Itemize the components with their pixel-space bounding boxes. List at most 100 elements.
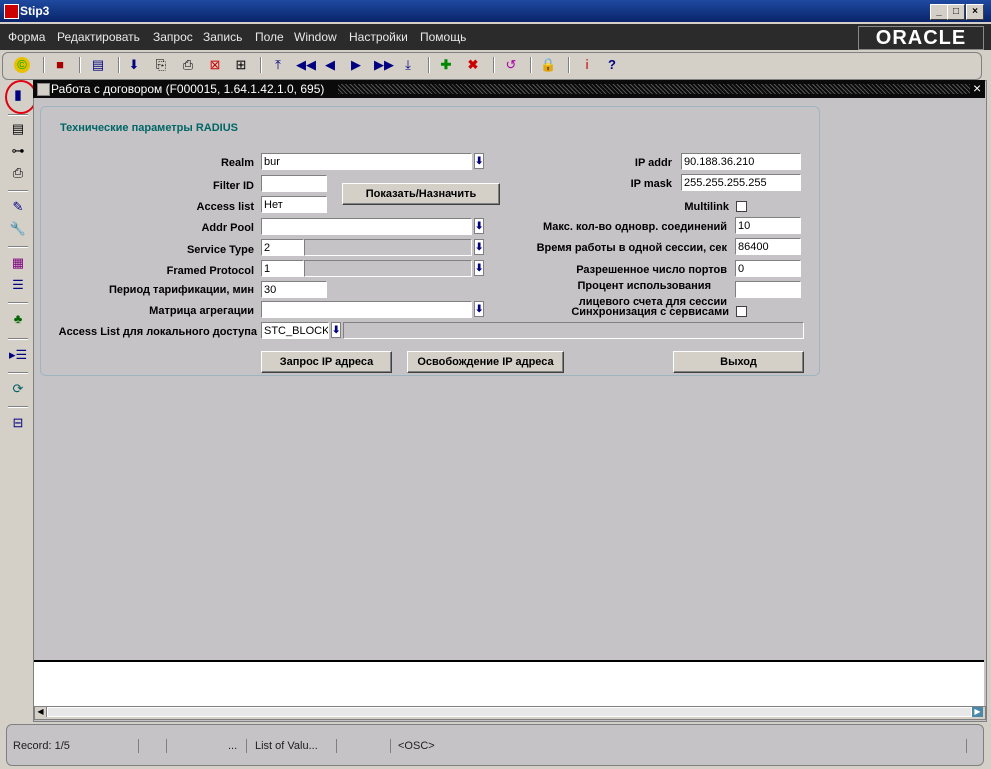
service-type-field[interactable]: 2	[261, 239, 304, 256]
minimize-button[interactable]: _	[930, 4, 948, 20]
allowed-ports-field[interactable]: 0	[735, 260, 801, 277]
first-record-icon[interactable]: ⤒	[270, 57, 286, 73]
maximize-button[interactable]: □	[947, 4, 965, 20]
status-separator	[966, 739, 967, 753]
menu-record[interactable]: Запись	[203, 30, 242, 44]
plant-icon[interactable]: ♣	[9, 310, 27, 328]
previous-set-icon[interactable]: ◀◀	[296, 57, 316, 73]
max-sessions-field[interactable]: 10	[735, 217, 801, 234]
scroll-right-icon[interactable]: ▶	[972, 707, 983, 717]
menu-edit[interactable]: Редактировать	[57, 30, 140, 44]
release-ip-button[interactable]: Освобождение IP адреса	[407, 351, 564, 373]
menu-settings[interactable]: Настройки	[349, 30, 408, 44]
title-bar: Stip3 _ □ ×	[0, 0, 991, 22]
addr-pool-field[interactable]	[261, 218, 472, 235]
show-assign-button[interactable]: Показать/Назначить	[342, 183, 500, 205]
billing-period-label: Период тарификации, мин	[108, 284, 254, 296]
lower-white-area	[34, 660, 984, 708]
exit-button[interactable]: Выход	[673, 351, 804, 373]
print-icon[interactable]: ▤	[90, 57, 106, 73]
previous-record-icon[interactable]: ◀	[322, 57, 338, 73]
local-access-list-label: Access List для локального доступа	[58, 326, 257, 338]
toolbar-separator	[428, 57, 430, 73]
execute-query-icon[interactable]: ⎘	[153, 57, 169, 73]
enter-query-icon[interactable]: ⬇	[126, 57, 142, 73]
next-set-icon[interactable]: ▶▶	[374, 57, 394, 73]
ip-addr-field[interactable]: 90.188.36.210	[681, 153, 801, 170]
ip-mask-field[interactable]: 255.255.255.255	[681, 174, 801, 191]
aggregation-matrix-lov-icon[interactable]: ⬇	[474, 301, 484, 317]
sync-services-checkbox[interactable]	[736, 306, 747, 317]
insert-record-icon[interactable]: ✚	[438, 57, 454, 73]
billing-period-field[interactable]: 30	[261, 281, 327, 298]
count-query-icon[interactable]: ⊞	[233, 57, 249, 73]
scroll-left-icon[interactable]: ◀	[35, 707, 47, 717]
menu-form[interactable]: Форма	[8, 30, 45, 44]
left-toolbar-separator	[8, 190, 28, 192]
framed-protocol-lov-icon[interactable]: ⬇	[474, 260, 484, 276]
access-list-field[interactable]: Нет	[261, 196, 327, 213]
clear-icon[interactable]: ↺	[503, 57, 519, 73]
realm-label: Realm	[220, 157, 254, 169]
form-icon[interactable]: ⊟	[9, 414, 27, 432]
service-type-lov-icon[interactable]: ⬇	[474, 239, 484, 255]
inner-close-icon[interactable]: ×	[973, 80, 981, 96]
next-record-icon[interactable]: ▶	[348, 57, 364, 73]
filter-id-label: Filter ID	[213, 180, 254, 192]
local-access-list-field[interactable]: STC_BLOCK_	[261, 322, 329, 339]
menu-field[interactable]: Поле	[255, 30, 284, 44]
menu-bar: Форма Редактировать Запрос Запись Поле W…	[0, 24, 991, 50]
edit-icon[interactable]: ✎	[9, 198, 27, 216]
save-icon[interactable]: ■	[52, 57, 68, 73]
menu-query[interactable]: Запрос	[153, 30, 193, 44]
multilink-checkbox[interactable]	[736, 201, 747, 212]
horizontal-scrollbar[interactable]: ◀ ▶	[34, 706, 986, 720]
toolbar-separator	[568, 57, 570, 73]
realm-field[interactable]: bur	[261, 153, 472, 170]
oracle-logo: ORACLE	[858, 26, 984, 50]
menu-window[interactable]: Window	[294, 30, 337, 44]
request-ip-button[interactable]: Запрос IP адреса	[261, 351, 392, 373]
close-button[interactable]: ×	[966, 4, 984, 20]
max-sessions-label: Макс. кол-во одновр. соединений	[543, 221, 727, 233]
status-separator	[390, 739, 391, 753]
info-icon[interactable]: ⅰ	[579, 57, 595, 73]
delete-record-icon[interactable]: ✖	[465, 57, 481, 73]
tree-icon[interactable]: ⊶	[9, 142, 27, 160]
wrench-icon[interactable]: 🔧	[9, 220, 27, 238]
inner-window-titlebar: Работа с договором (F000015, 1.64.1.42.1…	[33, 80, 985, 98]
status-separator	[336, 739, 337, 753]
service-type-label: Service Type	[186, 244, 254, 256]
usage-percent-field[interactable]	[735, 281, 801, 298]
toolbar-separator	[493, 57, 495, 73]
toolbar-separator	[118, 57, 120, 73]
addr-pool-lov-icon[interactable]: ⬇	[474, 218, 484, 234]
printer-icon[interactable]: ⎙	[9, 164, 27, 182]
chart-icon[interactable]: ▦	[9, 254, 27, 272]
local-access-list-lov-icon[interactable]: ⬇	[331, 322, 341, 338]
help-icon[interactable]: ?	[604, 57, 620, 73]
scroll-thumb[interactable]	[47, 707, 972, 717]
framed-protocol-field[interactable]: 1	[261, 260, 304, 277]
refresh-icon[interactable]: ⟳	[9, 380, 27, 398]
cancel-query-icon[interactable]: ⊠	[207, 57, 223, 73]
service-type-description	[304, 239, 472, 256]
status-record: Record: 1/5	[13, 740, 70, 752]
filter-id-field[interactable]	[261, 175, 327, 192]
session-time-field[interactable]: 86400	[735, 238, 801, 255]
list-icon[interactable]: ☰	[9, 276, 27, 294]
copy-record-icon[interactable]: ⎙	[180, 57, 196, 73]
left-toolbar-separator	[8, 246, 28, 248]
menu-help[interactable]: Помощь	[420, 30, 466, 44]
document-icon[interactable]: ▤	[9, 120, 27, 138]
multilink-label: Multilink	[684, 201, 729, 213]
lock-icon[interactable]: 🔒	[540, 57, 556, 73]
arrow-list-icon[interactable]: ▸☰	[9, 346, 27, 364]
session-time-label: Время работы в одной сессии, сек	[536, 242, 727, 254]
oracle-c-icon[interactable]: ©	[14, 57, 30, 73]
app-icon	[4, 4, 19, 19]
aggregation-matrix-field[interactable]	[261, 301, 472, 318]
last-record-icon[interactable]: ⤓	[400, 57, 416, 73]
realm-lov-icon[interactable]: ⬇	[474, 153, 484, 169]
status-bar	[6, 724, 984, 766]
